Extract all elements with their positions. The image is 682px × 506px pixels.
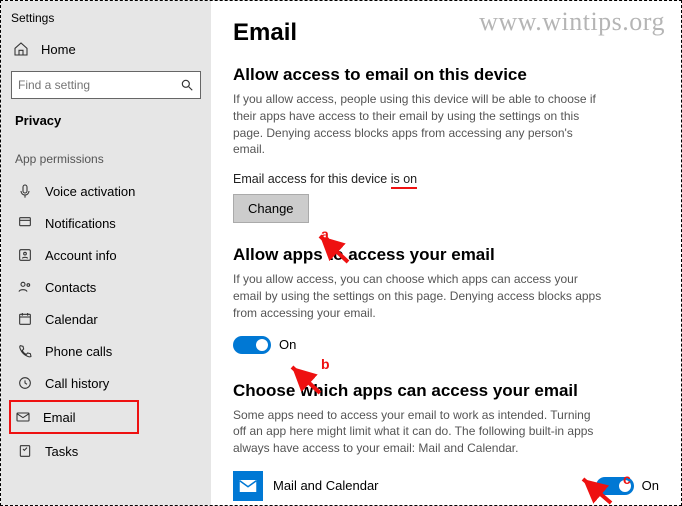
device-access-status: Email access for this device is on (233, 172, 659, 186)
search-icon (180, 78, 194, 92)
microphone-icon (17, 183, 33, 199)
sidebar-item-voice-activation[interactable]: Voice activation (11, 176, 201, 206)
home-label: Home (41, 42, 76, 57)
apps-access-desc: If you allow access, you can choose whic… (233, 271, 603, 321)
device-access-desc: If you allow access, people using this d… (233, 91, 603, 158)
choose-apps-desc: Some apps need to access your email to w… (233, 407, 603, 457)
app-row-mail-calendar: Mail and Calendar On (233, 471, 659, 501)
sidebar: Settings Home Privacy App permissions Vo… (1, 1, 211, 505)
search-input[interactable] (18, 78, 180, 92)
block-device-access: Allow access to email on this device If … (233, 65, 659, 223)
search-box[interactable] (11, 71, 201, 99)
tasks-icon (17, 443, 33, 459)
mail-app-toggle[interactable]: On (596, 477, 659, 495)
home-nav[interactable]: Home (13, 41, 201, 57)
privacy-heading: Privacy (15, 113, 201, 128)
mail-app-icon (233, 471, 263, 501)
apps-access-title: Allow apps to access your email (233, 245, 659, 265)
sidebar-item-contacts[interactable]: Contacts (11, 272, 201, 302)
choose-apps-title: Choose which apps can access your email (233, 381, 659, 401)
history-icon (17, 375, 33, 391)
app-title: Settings (11, 11, 201, 25)
device-access-title: Allow access to email on this device (233, 65, 659, 85)
sidebar-item-phone-calls[interactable]: Phone calls (11, 336, 201, 366)
sidebar-item-email[interactable]: Email (9, 400, 139, 434)
contacts-icon (17, 279, 33, 295)
account-icon (17, 247, 33, 263)
home-icon (13, 41, 29, 57)
sidebar-item-notifications[interactable]: Notifications (11, 208, 201, 238)
page-title: Email (233, 19, 659, 47)
sidebar-item-call-history[interactable]: Call history (11, 368, 201, 398)
sidebar-item-calendar[interactable]: Calendar (11, 304, 201, 334)
apps-access-toggle[interactable]: On (233, 336, 296, 354)
calendar-icon (17, 311, 33, 327)
main-content: Email Allow access to email on this devi… (211, 1, 681, 505)
sidebar-item-tasks[interactable]: Tasks (11, 436, 201, 466)
toggle-label: On (279, 337, 296, 352)
notification-icon (17, 215, 33, 231)
app-permissions-heading: App permissions (15, 152, 201, 166)
email-icon (15, 409, 31, 425)
block-choose-apps: Choose which apps can access your email … (233, 381, 659, 501)
block-apps-access: Allow apps to access your email If you a… (233, 245, 659, 358)
settings-window: Settings Home Privacy App permissions Vo… (0, 0, 682, 506)
app-name: Mail and Calendar (273, 478, 379, 493)
sidebar-item-account-info[interactable]: Account info (11, 240, 201, 270)
change-button[interactable]: Change (233, 194, 309, 223)
phone-icon (17, 343, 33, 359)
